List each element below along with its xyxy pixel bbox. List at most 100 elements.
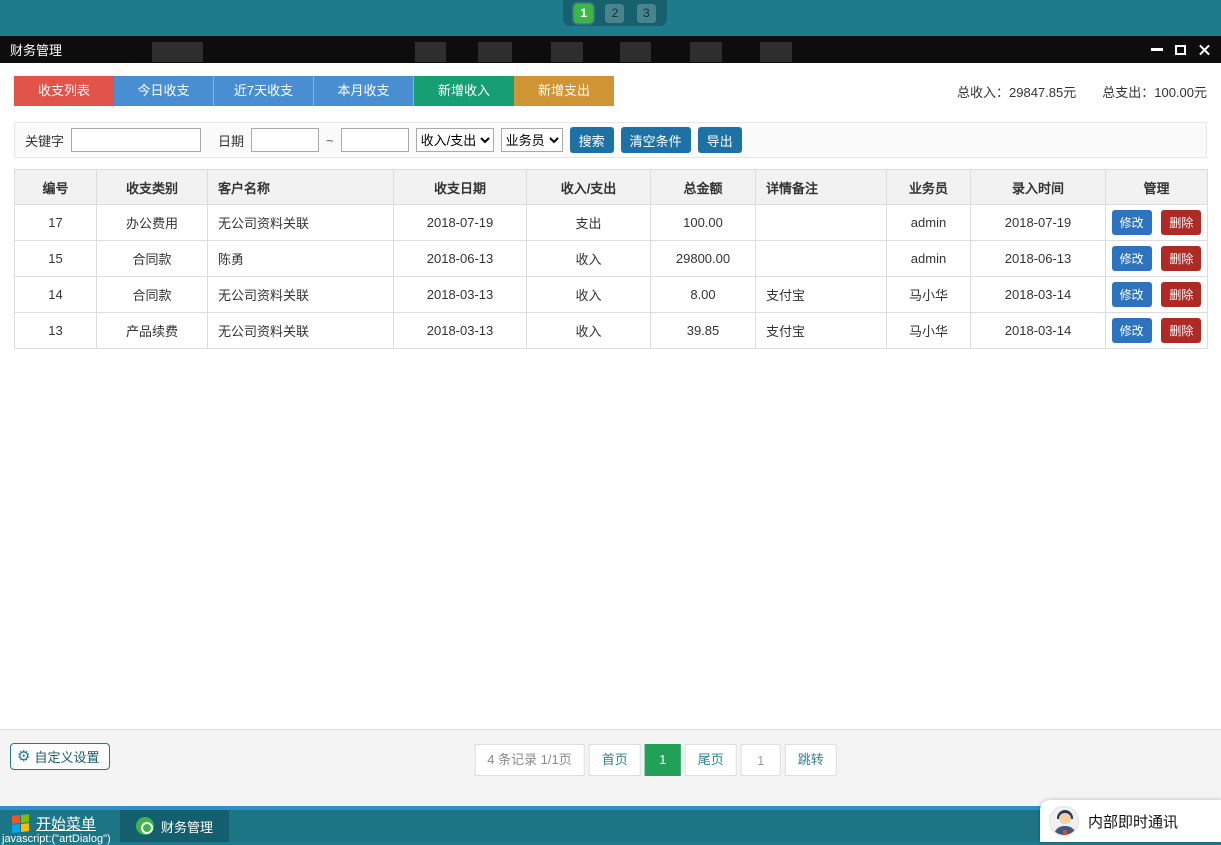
window-titlebar[interactable]: 财务管理 — [0, 36, 1221, 63]
cell-note — [756, 205, 887, 241]
col-header-note: 详情备注 — [756, 170, 887, 205]
cell-note — [756, 241, 887, 277]
pagination-last-button[interactable]: 尾页 — [685, 744, 737, 776]
window-footer: ⚙ 自定义设置 4 条记录 1/1页 首页 1 尾页 跳转 — [0, 729, 1221, 806]
cell-customer: 无公司资料关联 — [208, 313, 394, 349]
agent-select[interactable]: 业务员 — [501, 128, 563, 152]
finance-app-icon — [136, 817, 154, 835]
cell-category: 产品续费 — [97, 313, 208, 349]
cell-amount: 29800.00 — [651, 241, 756, 277]
toolbar: 收支列表 今日收支 近7天收支 本月收支 新增收入 新增支出 总收入：29847… — [14, 76, 1207, 106]
search-button[interactable]: 搜索 — [570, 127, 614, 153]
cell-agent: admin — [887, 241, 971, 277]
pagination-first-button[interactable]: 首页 — [589, 744, 641, 776]
cell-actions: 修改 删除 — [1106, 277, 1208, 313]
type-select[interactable]: 收入/支出 — [416, 128, 494, 152]
cell-amount: 8.00 — [651, 277, 756, 313]
table-row: 14 合同款 无公司资料关联 2018-03-13 收入 8.00 支付宝 马小… — [15, 277, 1208, 313]
cell-id: 13 — [15, 313, 97, 349]
date-separator: ~ — [326, 133, 334, 148]
session-tabs: 1 2 3 — [563, 0, 667, 26]
session-tab-1[interactable]: 1 — [574, 4, 593, 23]
date-from-input[interactable] — [251, 128, 319, 152]
table-header-row: 编号 收支类别 客户名称 收支日期 收入/支出 总金额 详情备注 业务员 录入时… — [15, 170, 1208, 205]
finance-window: 财务管理 收支列表 今日收支 近7天收支 本月收支 新增收入 新增支出 总收入：… — [0, 36, 1221, 806]
tab-this-month[interactable]: 本月收支 — [314, 76, 414, 106]
cell-entry-time: 2018-03-14 — [971, 313, 1106, 349]
titlebar-artifact — [152, 42, 203, 62]
cell-entry-time: 2018-03-14 — [971, 277, 1106, 313]
messenger-panel[interactable]: 内部即时通讯 — [1040, 800, 1221, 842]
col-header-date: 收支日期 — [394, 170, 527, 205]
col-header-type: 收入/支出 — [527, 170, 651, 205]
clear-filters-button[interactable]: 清空条件 — [621, 127, 691, 153]
col-header-customer: 客户名称 — [208, 170, 394, 205]
edit-button[interactable]: 修改 — [1112, 282, 1152, 307]
titlebar-artifact — [690, 42, 722, 62]
tab-today[interactable]: 今日收支 — [114, 76, 214, 106]
titlebar-artifact — [415, 42, 446, 62]
col-header-manage: 管理 — [1106, 170, 1208, 205]
session-tab-3[interactable]: 3 — [637, 4, 656, 23]
add-income-button[interactable]: 新增收入 — [414, 76, 514, 106]
cell-type: 收入 — [527, 241, 651, 277]
cell-date: 2018-03-13 — [394, 313, 527, 349]
pagination-jump-button[interactable]: 跳转 — [785, 744, 837, 776]
start-menu-button[interactable]: 开始菜单 — [12, 813, 96, 834]
taskbar: 开始菜单 财务管理 javascript:("artDialog") — [0, 810, 1221, 842]
titlebar-artifact — [620, 42, 651, 62]
cell-note: 支付宝 — [756, 277, 887, 313]
pagination-jump-input[interactable] — [741, 744, 781, 776]
col-header-amount: 总金额 — [651, 170, 756, 205]
maximize-icon[interactable] — [1175, 45, 1186, 55]
cell-actions: 修改 删除 — [1106, 313, 1208, 349]
cell-date: 2018-03-13 — [394, 277, 527, 313]
delete-button[interactable]: 删除 — [1161, 282, 1201, 307]
cell-amount: 39.85 — [651, 313, 756, 349]
pagination-page-1[interactable]: 1 — [645, 744, 681, 776]
titlebar-artifact — [551, 42, 583, 62]
cell-type: 收入 — [527, 313, 651, 349]
cell-actions: 修改 删除 — [1106, 241, 1208, 277]
delete-button[interactable]: 删除 — [1161, 246, 1201, 271]
delete-button[interactable]: 删除 — [1161, 318, 1201, 343]
taskbar-item-finance[interactable]: 财务管理 — [120, 810, 229, 842]
table-row: 13 产品续费 无公司资料关联 2018-03-13 收入 39.85 支付宝 … — [15, 313, 1208, 349]
cell-entry-time: 2018-07-19 — [971, 205, 1106, 241]
date-to-input[interactable] — [341, 128, 409, 152]
custom-settings-label: 自定义设置 — [34, 747, 99, 766]
cell-agent: admin — [887, 205, 971, 241]
date-label: 日期 — [218, 131, 244, 150]
filter-bar: 关键字 日期 ~ 收入/支出 业务员 搜索 清空条件 导出 — [14, 122, 1207, 158]
cell-id: 15 — [15, 241, 97, 277]
window-title: 财务管理 — [10, 40, 62, 59]
custom-settings-button[interactable]: ⚙ 自定义设置 — [10, 743, 110, 770]
start-menu-label: 开始菜单 — [36, 813, 96, 834]
keyword-input[interactable] — [71, 128, 201, 152]
minimize-icon[interactable] — [1151, 48, 1163, 51]
windows-logo-icon — [12, 814, 29, 833]
session-tab-2[interactable]: 2 — [605, 4, 624, 23]
export-button[interactable]: 导出 — [698, 127, 742, 153]
edit-button[interactable]: 修改 — [1112, 210, 1152, 235]
cell-agent: 马小华 — [887, 277, 971, 313]
taskbar-item-label: 财务管理 — [161, 817, 213, 836]
edit-button[interactable]: 修改 — [1112, 318, 1152, 343]
cell-date: 2018-07-19 — [394, 205, 527, 241]
table-row: 17 办公费用 无公司资料关联 2018-07-19 支出 100.00 adm… — [15, 205, 1208, 241]
tab-income-expense-list[interactable]: 收支列表 — [14, 76, 114, 106]
user-avatar-icon — [1049, 806, 1079, 836]
cell-amount: 100.00 — [651, 205, 756, 241]
col-header-entry-time: 录入时间 — [971, 170, 1106, 205]
status-bar-text: javascript:("artDialog") — [2, 833, 111, 845]
cell-customer: 无公司资料关联 — [208, 205, 394, 241]
delete-button[interactable]: 删除 — [1161, 210, 1201, 235]
cell-date: 2018-06-13 — [394, 241, 527, 277]
tab-last-7-days[interactable]: 近7天收支 — [214, 76, 314, 106]
keyword-label: 关键字 — [25, 131, 64, 150]
edit-button[interactable]: 修改 — [1112, 246, 1152, 271]
col-header-id: 编号 — [15, 170, 97, 205]
add-expense-button[interactable]: 新增支出 — [514, 76, 614, 106]
cell-customer: 陈勇 — [208, 241, 394, 277]
close-icon[interactable] — [1198, 43, 1211, 56]
